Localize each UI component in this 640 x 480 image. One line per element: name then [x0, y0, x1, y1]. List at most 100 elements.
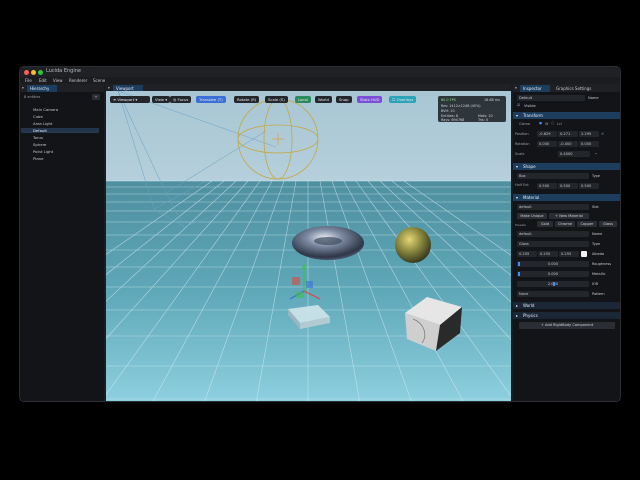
world-section-header[interactable]: ▸ World	[513, 302, 620, 309]
physics-section-header[interactable]: ▸ Physics	[513, 312, 620, 319]
overlays-toggle[interactable]: ☐ Overlays	[389, 96, 417, 103]
scale-button[interactable]: Scale (S)	[265, 96, 288, 103]
half-ext-z-field[interactable]: 0.500	[579, 183, 599, 189]
visible-checkbox[interactable]: ☑	[517, 103, 520, 107]
floor-plane	[106, 181, 511, 401]
scale-reset-icon[interactable]: •	[595, 152, 597, 156]
albedo-color-swatch[interactable]	[581, 251, 587, 257]
half-ext-x-field[interactable]: 0.500	[537, 183, 557, 189]
gizmo-local-label: Lcl	[557, 122, 562, 126]
material-header-label: Material	[523, 195, 540, 200]
preset-gold-button[interactable]: Gold	[537, 221, 553, 227]
make-unique-button[interactable]: Make Unique	[517, 213, 547, 219]
rotation-y-field[interactable]: -0.000	[558, 141, 578, 147]
torus-object[interactable]	[292, 226, 364, 260]
hierarchy-item-point-light[interactable]: Point Light	[33, 149, 53, 154]
roughness-slider-handle[interactable]	[518, 262, 520, 266]
hierarchy-item-plane[interactable]: Plane	[33, 156, 43, 161]
albedo-b-field[interactable]: 0.255	[559, 251, 579, 257]
material-name-input[interactable]: default	[517, 231, 589, 237]
chevron-right-icon: ▸	[516, 303, 519, 308]
focus-button[interactable]: ◎ Focus	[170, 96, 192, 103]
material-section-header[interactable]: ▾ Material	[513, 194, 620, 201]
rotation-x-field[interactable]: 0.000	[537, 141, 557, 147]
translate-button[interactable]: Translate (T)	[196, 96, 226, 103]
preset-glass-button[interactable]: Glass	[599, 221, 617, 227]
pattern-select[interactable]: None	[517, 291, 589, 297]
add-rigidbody-button[interactable]: + Add RigidBody Component	[519, 322, 615, 329]
position-y-field[interactable]: 0.271	[558, 131, 578, 137]
snap-toggle[interactable]: Snap	[336, 96, 352, 103]
metallic-label: Metallic	[592, 272, 606, 276]
maximize-window-button[interactable]	[38, 70, 43, 75]
preset-copper-button[interactable]: Copper	[577, 221, 597, 227]
new-material-button[interactable]: + New Material	[549, 213, 589, 219]
menu-file[interactable]: File	[25, 78, 32, 83]
hierarchy-item-cube[interactable]: Cube	[33, 114, 43, 119]
ior-label: IOR	[592, 282, 599, 286]
viewport-select[interactable]: ≡ Viewport ▾	[110, 96, 150, 103]
ray-count: Rays: 694768	[441, 118, 465, 122]
menu-renderer[interactable]: Renderer	[69, 78, 87, 83]
minimize-window-button[interactable]	[31, 70, 36, 75]
albedo-g-field[interactable]: 0.255	[538, 251, 558, 257]
slot-label: Slot	[592, 205, 599, 209]
sphere-object[interactable]	[395, 227, 431, 263]
world-space-button[interactable]: World	[315, 96, 332, 103]
shape-section-header[interactable]: ▾ Shape	[513, 163, 620, 170]
add-entity-button[interactable]: +	[92, 94, 100, 100]
tab-hierarchy[interactable]: Hierarchy	[27, 85, 57, 92]
rotation-z-field[interactable]: 0.000	[579, 141, 599, 147]
viewport-select-label: Viewport	[117, 97, 135, 102]
metallic-slider-handle[interactable]	[518, 272, 520, 276]
world-header-label: World	[523, 303, 535, 308]
view-menu-button[interactable]: View ▾	[152, 96, 171, 103]
chevron-down-icon: ▾	[516, 113, 519, 118]
pattern-label: Pattern	[592, 292, 605, 296]
scale-field[interactable]: 0.4000	[558, 151, 590, 157]
shape-type-select[interactable]: Box	[517, 173, 589, 179]
hierarchy-item-main-camera[interactable]: Main Camera	[33, 107, 58, 112]
menu-edit[interactable]: Edit	[39, 78, 47, 83]
tab-graphics-settings[interactable]: Graphics Settings	[553, 85, 599, 92]
menu-view[interactable]: View	[53, 78, 63, 83]
material-type-select[interactable]: Glass	[517, 241, 589, 247]
reset-position-icon[interactable]: ↺	[601, 132, 604, 136]
scene-viewport[interactable]: ≡ Viewport ▾ View ▾ ◎ Focus Translate (T…	[106, 91, 511, 402]
transform-section-header[interactable]: ▾ Transform	[513, 112, 620, 119]
gizmo-local-radio[interactable]: ○	[551, 121, 554, 125]
close-window-button[interactable]	[24, 70, 29, 75]
local-space-button[interactable]: Local	[295, 96, 311, 103]
shape-header-label: Shape	[523, 164, 536, 169]
tab-inspector[interactable]: Inspector	[520, 85, 550, 92]
shape-type-label: Type	[592, 174, 601, 178]
hierarchy-item-torus[interactable]: Torus	[33, 135, 43, 140]
position-label: Position	[515, 132, 529, 136]
menu-scene[interactable]: Scene	[93, 78, 105, 83]
tab-menu-icon[interactable]: ▾	[22, 86, 24, 90]
preset-chrome-button[interactable]: Chrome	[555, 221, 575, 227]
scene-render[interactable]	[106, 91, 511, 402]
metallic-slider[interactable]: 0.000	[517, 271, 589, 277]
gizmo-world-radio[interactable]: ●	[539, 121, 542, 125]
position-x-field[interactable]: -0.629	[537, 131, 557, 137]
material-name-label: Name	[592, 232, 603, 236]
hierarchy-item-sphere[interactable]: Sphere	[33, 142, 46, 147]
hierarchy-item-area-light[interactable]: Area Light	[33, 121, 52, 126]
title-bar: Lucida Engine	[20, 67, 620, 77]
position-z-field[interactable]: 2.295	[579, 131, 599, 137]
material-slot-select[interactable]: default	[517, 204, 589, 210]
hierarchy-item-default[interactable]: Default	[33, 128, 47, 133]
rotate-button[interactable]: Rotate (R)	[234, 96, 260, 103]
tab-menu-icon[interactable]: ▾	[515, 86, 517, 90]
entity-name-input[interactable]: Default	[517, 95, 585, 101]
roughness-slider[interactable]: 0.000	[517, 261, 589, 267]
ior-slider-handle[interactable]	[553, 282, 555, 286]
albedo-r-field[interactable]: 0.255	[517, 251, 537, 257]
stats-hud-toggle[interactable]: Stats HUD	[357, 96, 383, 103]
half-ext-label: Half Ext	[515, 183, 529, 187]
tab-menu-icon[interactable]: ▾	[108, 86, 110, 90]
fps-readout: 60.0 FPS	[441, 98, 456, 102]
triangle-count: Tris: 0	[478, 118, 489, 122]
half-ext-y-field[interactable]: 0.500	[558, 183, 578, 189]
